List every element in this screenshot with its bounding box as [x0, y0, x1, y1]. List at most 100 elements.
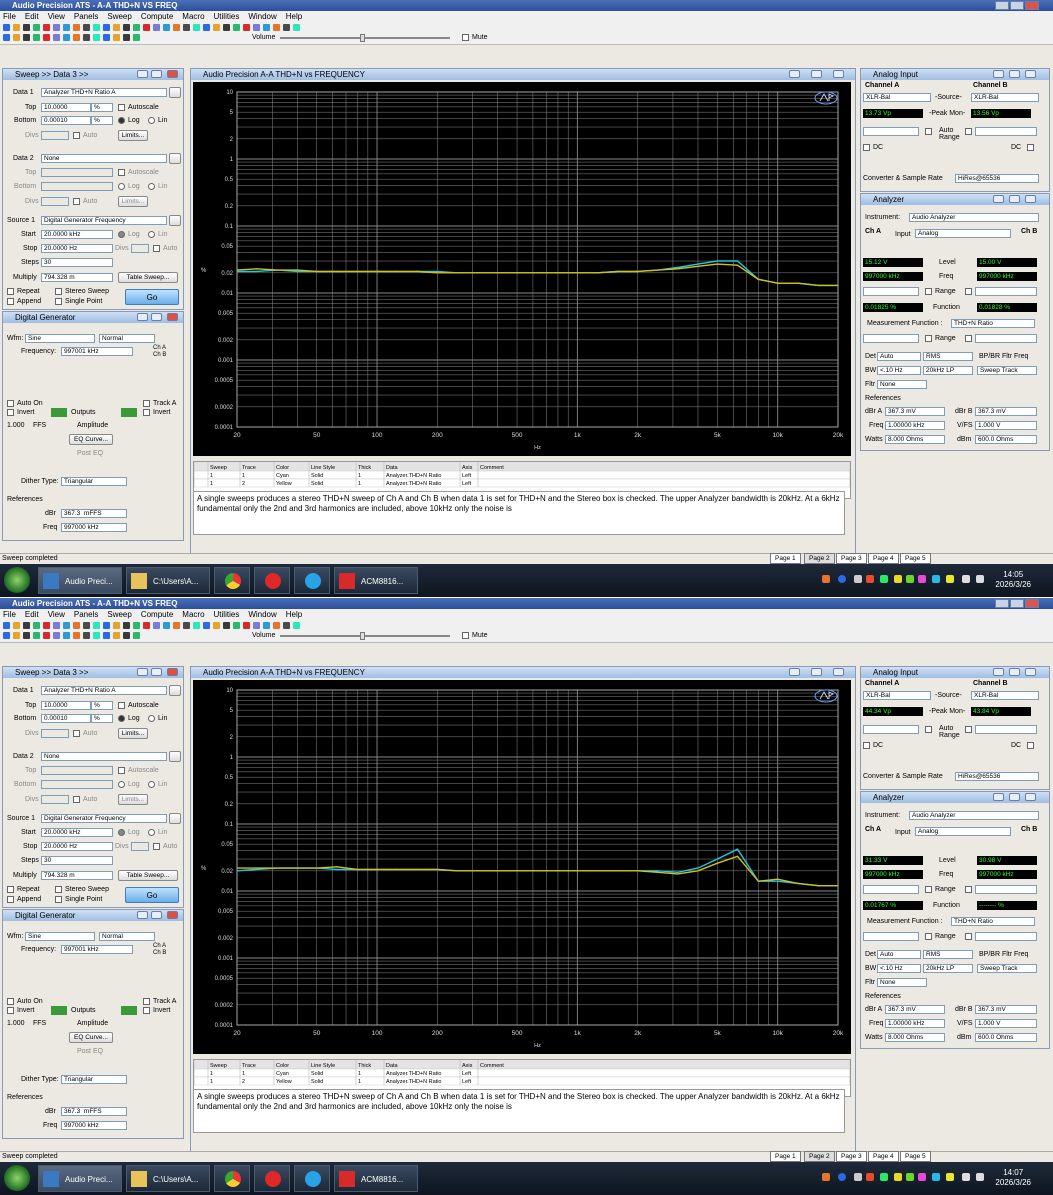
- maximize-button[interactable]: [1010, 1, 1024, 10]
- data2-divs-auto-checkbox[interactable]: [73, 796, 80, 803]
- toolbar-button-icon[interactable]: [123, 632, 130, 639]
- clock[interactable]: 14:07 2026/3/26: [995, 1168, 1031, 1188]
- toolbar-button-icon[interactable]: [43, 632, 50, 639]
- page-tab-1[interactable]: Page 1: [770, 553, 801, 564]
- auto-range-b-checkbox[interactable]: [965, 128, 972, 135]
- top-field[interactable]: 10.0000: [41, 701, 91, 710]
- toolbar-button-icon[interactable]: [133, 622, 140, 629]
- graph-minimize-button[interactable]: [789, 70, 800, 78]
- source1-field[interactable]: Digital Generator Frequency: [41, 216, 167, 225]
- function-range-a-checkbox[interactable]: [925, 335, 932, 342]
- toolbar-button-icon[interactable]: [293, 24, 300, 31]
- toolbar-button-icon[interactable]: [13, 24, 20, 31]
- auto-range-a-checkbox[interactable]: [925, 726, 932, 733]
- data2-autoscale-checkbox[interactable]: [118, 169, 125, 176]
- graph-description[interactable]: A single sweeps produces a stereo THD+N …: [193, 491, 845, 535]
- input-select[interactable]: Analog: [915, 827, 1011, 836]
- start-button[interactable]: [4, 567, 30, 593]
- tray-icon[interactable]: [906, 575, 914, 583]
- analyzer-restore-button[interactable]: [1009, 793, 1020, 801]
- range-b-select2[interactable]: [975, 287, 1037, 296]
- toolbar-button-icon[interactable]: [173, 24, 180, 31]
- page-tab-2[interactable]: Page 2: [804, 553, 835, 564]
- toolbar-button-icon[interactable]: [23, 34, 30, 41]
- volume-slider-handle[interactable]: [360, 34, 365, 42]
- analyzer-close-button[interactable]: [1025, 195, 1036, 203]
- analog-restore-button[interactable]: [1009, 70, 1020, 78]
- panel-close-button[interactable]: [167, 70, 178, 78]
- top-unit-select[interactable]: %: [91, 103, 113, 112]
- network-icon[interactable]: [962, 575, 970, 583]
- divs-field[interactable]: [41, 131, 69, 140]
- go-button[interactable]: Go: [125, 887, 179, 903]
- bottom-unit-select[interactable]: %: [91, 116, 113, 125]
- toolbar-button-icon[interactable]: [3, 632, 10, 639]
- page-tab-3[interactable]: Page 3: [836, 553, 867, 564]
- start-field[interactable]: 20.0000 kHz: [41, 230, 113, 239]
- graph-restore-button[interactable]: [811, 668, 822, 676]
- tray-icon[interactable]: [838, 575, 846, 583]
- toolbar-button-icon[interactable]: [63, 622, 70, 629]
- range-a-select2[interactable]: [863, 885, 919, 894]
- panel-minimize-button[interactable]: [137, 70, 148, 78]
- taskbar-explorer[interactable]: C:\Users\A...: [126, 1165, 210, 1192]
- menu-macro[interactable]: Macro: [182, 11, 204, 22]
- page-tab-3[interactable]: Page 3: [836, 1151, 867, 1162]
- menu-window[interactable]: Window: [248, 609, 276, 620]
- append-checkbox[interactable]: [7, 298, 14, 305]
- toolbar-button-icon[interactable]: [273, 622, 280, 629]
- generator-close-button[interactable]: [167, 911, 178, 919]
- panel-minimize-button[interactable]: [137, 668, 148, 676]
- menu-compute[interactable]: Compute: [141, 11, 173, 22]
- repeat-checkbox[interactable]: [7, 886, 14, 893]
- taskbar-wps[interactable]: ACM8816...: [334, 1165, 418, 1192]
- menu-utilities[interactable]: Utilities: [214, 609, 240, 620]
- toolbar-button-icon[interactable]: [263, 24, 270, 31]
- amplitude-value[interactable]: 1.000: [7, 422, 25, 429]
- toolbar-button-icon[interactable]: [63, 24, 70, 31]
- range-b-select2[interactable]: [975, 885, 1037, 894]
- amplitude-value[interactable]: 1.000: [7, 1020, 25, 1027]
- stereo-sweep-checkbox[interactable]: [55, 288, 62, 295]
- source-lin-radio[interactable]: [148, 231, 155, 238]
- minimize-button[interactable]: [995, 599, 1009, 608]
- page-tab-5[interactable]: Page 5: [900, 1151, 931, 1162]
- toolbar-button-icon[interactable]: [23, 622, 30, 629]
- amplitude-unit[interactable]: FFS: [33, 1020, 46, 1027]
- track-a-checkbox[interactable]: [143, 400, 150, 407]
- toolbar-button-icon[interactable]: [173, 622, 180, 629]
- toolbar-button-icon[interactable]: [93, 632, 100, 639]
- data2-limits-button[interactable]: Limits...: [118, 196, 148, 207]
- gen-freq-ref-field[interactable]: 997000 kHz: [61, 1121, 127, 1130]
- autoscale-checkbox[interactable]: [118, 702, 125, 709]
- data2-lin-radio[interactable]: [148, 781, 155, 788]
- tray-icon[interactable]: [946, 1173, 954, 1181]
- taskbar-chrome[interactable]: [214, 1165, 250, 1192]
- close-button[interactable]: [1025, 599, 1039, 608]
- generator-restore-button[interactable]: [151, 313, 162, 321]
- minimize-button[interactable]: [995, 1, 1009, 10]
- analog-restore-button[interactable]: [1009, 668, 1020, 676]
- bw-select[interactable]: <.10 Hz: [877, 964, 921, 973]
- start-field[interactable]: 20.0000 kHz: [41, 828, 113, 837]
- amplitude-unit[interactable]: FFS: [33, 422, 46, 429]
- graph-restore-button[interactable]: [811, 70, 822, 78]
- toolbar-button-icon[interactable]: [43, 622, 50, 629]
- menu-compute[interactable]: Compute: [141, 609, 173, 620]
- top-unit-select[interactable]: %: [91, 701, 113, 710]
- wfm-select[interactable]: Sine: [25, 334, 95, 343]
- autoscale-checkbox[interactable]: [118, 104, 125, 111]
- source1-browse-button[interactable]: [169, 813, 181, 824]
- toolbar-button-icon[interactable]: [143, 622, 150, 629]
- divs-auto-checkbox[interactable]: [73, 730, 80, 737]
- multiply-field[interactable]: 794.328 m: [41, 871, 113, 880]
- bw-lp-select[interactable]: 20kHz LP: [923, 964, 973, 973]
- toolbar-button-icon[interactable]: [63, 632, 70, 639]
- meas-function-select[interactable]: THD+N Ratio: [951, 319, 1035, 328]
- close-button[interactable]: [1025, 1, 1039, 10]
- invert-b-checkbox[interactable]: [143, 1007, 150, 1014]
- toolbar-button-icon[interactable]: [133, 34, 140, 41]
- menu-macro[interactable]: Macro: [182, 609, 204, 620]
- toolbar-button-icon[interactable]: [53, 24, 60, 31]
- sweep-track-select[interactable]: Sweep Track: [977, 366, 1037, 375]
